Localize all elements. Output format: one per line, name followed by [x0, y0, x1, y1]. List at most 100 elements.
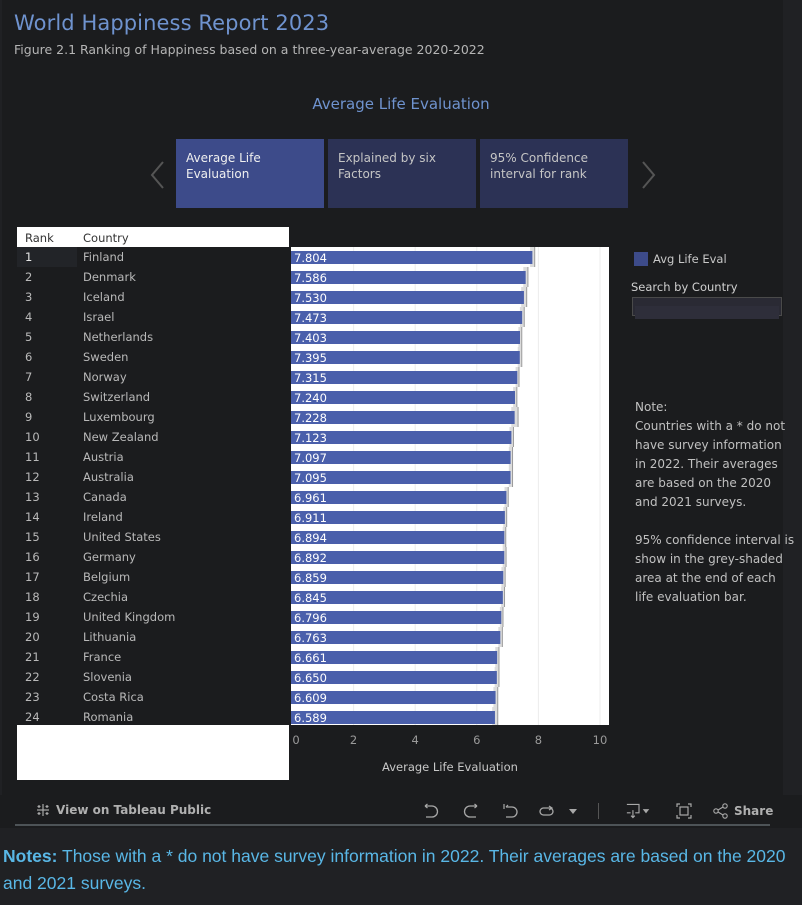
- bar-value-label: 7.395: [294, 351, 327, 365]
- rank-cell: 5: [25, 330, 33, 344]
- table-row[interactable]: 21 France: [17, 647, 289, 667]
- legend[interactable]: Avg Life Eval: [634, 252, 727, 266]
- table-row[interactable]: 18 Czechia: [17, 587, 289, 607]
- rank-cell: 14: [25, 510, 40, 524]
- pause-updates-dropdown[interactable]: [563, 802, 583, 820]
- table-row[interactable]: 13 Canada: [17, 487, 289, 507]
- country-cell: Switzerland: [83, 390, 151, 404]
- share-button[interactable]: Share: [713, 803, 773, 819]
- x-tick-label: 6: [473, 733, 481, 747]
- country-column-header[interactable]: Country: [83, 231, 129, 245]
- table-row[interactable]: 24 Romania: [17, 707, 289, 727]
- table-row[interactable]: 9 Luxembourg: [17, 407, 289, 427]
- table-row[interactable]: 14 Ireland: [17, 507, 289, 527]
- table-row[interactable]: 1 Finland: [17, 247, 289, 267]
- country-cell: Czechia: [83, 590, 128, 604]
- table-row[interactable]: 20 Lithuania: [17, 627, 289, 647]
- rank-cell: 16: [25, 550, 40, 564]
- footnote-text: Those with a * do not have survey inform…: [3, 846, 786, 893]
- table-row[interactable]: 19 United Kingdom: [17, 607, 289, 627]
- rank-cell: 20: [25, 630, 40, 644]
- chevron-right-icon: [642, 161, 656, 189]
- x-tick-label: 8: [534, 733, 543, 747]
- table-row[interactable]: 5 Netherlands: [17, 327, 289, 347]
- redo-button[interactable]: [461, 802, 481, 820]
- refresh-button[interactable]: [537, 802, 557, 820]
- tab-average-life-evaluation[interactable]: Average Life Evaluation: [176, 139, 324, 208]
- table-row[interactable]: 23 Costa Rica: [17, 687, 289, 707]
- search-country-input[interactable]: [635, 305, 779, 319]
- bar-value-label: 7.473: [294, 311, 327, 325]
- bar-value-label: 7.586: [294, 271, 327, 285]
- section-title: Average Life Evaluation: [312, 95, 490, 113]
- table-row[interactable]: 12 Australia: [17, 467, 289, 487]
- rank-cell: 21: [25, 650, 40, 664]
- table-row[interactable]: 3 Iceland: [17, 287, 289, 307]
- redo-icon: [463, 803, 478, 818]
- country-cell: Israel: [83, 310, 115, 324]
- country-cell: Norway: [83, 370, 127, 384]
- bar-value-label: 7.240: [294, 391, 327, 405]
- bar-value-label: 6.763: [294, 631, 327, 645]
- country-cell: Austria: [83, 450, 124, 464]
- bar-chart-plot: 7.804 7.586 7.530 7.473 7.403 7.395 7.315 7.240…: [291, 247, 609, 725]
- table-row[interactable]: 7 Norway: [17, 367, 289, 387]
- tab-confidence-interval-rank[interactable]: 95% Confidence interval for rank: [480, 139, 628, 208]
- bar-value-label: 6.894: [294, 531, 327, 545]
- legend-label: Avg Life Eval: [653, 252, 727, 266]
- bar-value-label: 7.403: [294, 331, 327, 345]
- bar-value-label: 6.661: [294, 651, 327, 665]
- x-axis-label: Average Life Evaluation: [382, 760, 518, 774]
- rank-cell: 3: [25, 290, 33, 304]
- tab-explained-by-six-factors[interactable]: Explained by six Factors: [328, 139, 476, 208]
- carousel-prev-button[interactable]: [148, 160, 168, 190]
- view-on-tableau-public-link[interactable]: View on Tableau Public: [36, 803, 211, 817]
- note-heading: Note:: [635, 400, 668, 414]
- table-row[interactable]: 15 United States: [17, 527, 289, 547]
- country-cell: Germany: [83, 550, 136, 564]
- rank-cell: 18: [25, 590, 40, 604]
- carousel-next-button[interactable]: [638, 160, 658, 190]
- note-panel: Note: Countries with a * do not have sur…: [635, 398, 795, 626]
- country-cell: Finland: [83, 250, 125, 264]
- table-header: Rank Country: [17, 227, 289, 247]
- rank-cell: 8: [25, 390, 33, 404]
- rank-cell: 2: [25, 270, 33, 284]
- table-row[interactable]: 16 Germany: [17, 547, 289, 567]
- rank-cell: 6: [25, 350, 33, 364]
- country-cell: Iceland: [83, 290, 125, 304]
- note-text-ci: 95% confidence interval is show in the g…: [635, 533, 795, 604]
- bar-value-label: 7.315: [294, 371, 327, 385]
- table-row[interactable]: 6 Sweden: [17, 347, 289, 367]
- rank-cell: 9: [25, 410, 33, 424]
- x-tick-label: 2: [349, 733, 358, 747]
- fullscreen-icon: [676, 803, 692, 819]
- bar-value-label: 6.589: [294, 711, 327, 725]
- table-row[interactable]: 2 Denmark: [17, 267, 289, 287]
- table-row[interactable]: 11 Austria: [17, 447, 289, 467]
- download-button[interactable]: [624, 802, 654, 820]
- bar-value-label: 7.228: [294, 411, 327, 425]
- undo-button[interactable]: [421, 802, 441, 820]
- country-cell: United States: [83, 530, 161, 544]
- table-row[interactable]: 17 Belgium: [17, 567, 289, 587]
- revert-icon: [503, 804, 518, 818]
- table-row[interactable]: 4 Israel: [17, 307, 289, 327]
- revert-button[interactable]: [501, 802, 521, 820]
- fullscreen-button[interactable]: [674, 802, 694, 820]
- bar-value-label: 7.095: [294, 471, 327, 485]
- rank-column-header[interactable]: Rank: [25, 231, 54, 245]
- country-cell: New Zealand: [83, 430, 159, 444]
- x-tick-label: 0: [292, 733, 300, 747]
- table-row[interactable]: 22 Slovenia: [17, 667, 289, 687]
- bar-value-label: 6.859: [294, 571, 327, 585]
- table-blank-area: [17, 725, 289, 780]
- table-row[interactable]: 8 Switzerland: [17, 387, 289, 407]
- bar-value-label: 7.123: [294, 431, 327, 445]
- page-title: World Happiness Report 2023: [14, 11, 330, 35]
- legend-swatch: [634, 252, 648, 266]
- x-tick-label: 4: [411, 733, 419, 747]
- table-row[interactable]: 10 New Zealand: [17, 427, 289, 447]
- country-cell: Luxembourg: [83, 410, 155, 424]
- bar-value-label: 7.530: [294, 291, 327, 305]
